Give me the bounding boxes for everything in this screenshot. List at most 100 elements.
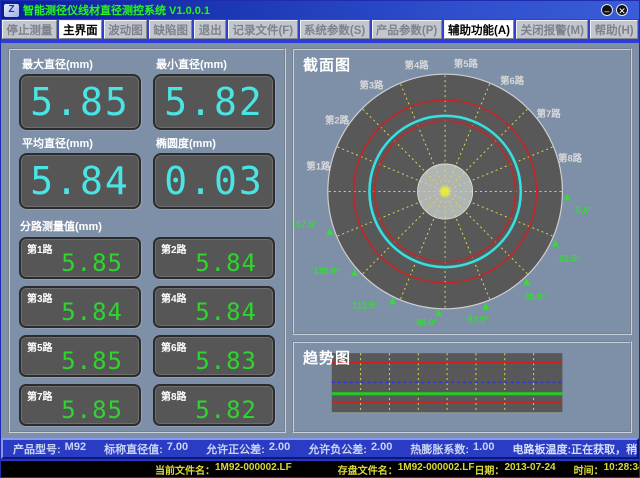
- channel-box-8: 第8路 5.82: [153, 384, 275, 426]
- metric-ovality: 椭圆度(mm) 0.03: [153, 133, 275, 212]
- status-label: 当前文件名：: [155, 462, 215, 477]
- cross-section-title: 截面图: [303, 54, 351, 75]
- channel-label: 第4路: [161, 290, 187, 305]
- metric-label: 最大直径(mm): [22, 56, 141, 72]
- param-value: 7.00: [167, 441, 188, 457]
- metric-value: 0.03: [164, 162, 264, 200]
- channel-value: 5.84: [195, 299, 257, 325]
- svg-text:157.5°: 157.5°: [294, 220, 318, 230]
- menu-item-close-alarm[interactable]: 关闭报警(M): [516, 20, 588, 39]
- metric-value: 5.84: [30, 162, 130, 200]
- channel-box-3: 第3路 5.84: [19, 286, 141, 328]
- minimize-icon[interactable]: –: [601, 4, 613, 16]
- status-value: 10:28:34: [604, 462, 640, 477]
- svg-text:45.0°: 45.0°: [525, 292, 546, 302]
- menu-item-aux-functions[interactable]: 辅助功能(A): [444, 20, 515, 39]
- svg-text:0.0°: 0.0°: [576, 205, 592, 215]
- channel-label: 第1路: [27, 241, 53, 256]
- status-date: 日期： 2013-07-24: [474, 462, 555, 477]
- status-saved-file: 存盘文件名： 1M92-000002.LF: [338, 462, 475, 477]
- param-label: 允许负公差:: [308, 441, 367, 457]
- svg-text:135.0°: 135.0°: [314, 266, 340, 276]
- app-window: Z 智能测径仪线材直径测控系统 V1.0.0.1 – ✕ 停止测量 主界面 波动…: [0, 0, 640, 478]
- menu-item-stop-measure[interactable]: 停止测量: [2, 20, 57, 39]
- menu-item-main-screen[interactable]: 主界面: [59, 20, 102, 39]
- channel-label: 第2路: [161, 241, 187, 256]
- svg-text:第2路: 第2路: [325, 115, 350, 127]
- svg-text:第8路: 第8路: [558, 153, 583, 165]
- svg-text:第4路: 第4路: [405, 59, 430, 71]
- param-value: M92: [65, 441, 86, 457]
- param-lower-tolerance: 允许负公差: 2.00: [308, 441, 392, 457]
- menu-item-record-file[interactable]: 记录文件(F): [228, 20, 297, 39]
- status-time: 时间： 10:28:34: [574, 462, 640, 477]
- status-label: 日期：: [474, 462, 504, 477]
- channel-value: 5.83: [195, 348, 257, 374]
- client-area: 最大直径(mm) 5.85 最小直径(mm) 5.82 平均直径(mm) 5.8…: [1, 43, 639, 438]
- menu-item-help[interactable]: 帮助(H): [590, 20, 638, 39]
- svg-text:第1路: 第1路: [306, 160, 331, 172]
- parameter-bar: 产品型号: M92 标称直径值: 7.00 允许正公差: 2.00 允许负公差:…: [1, 438, 639, 459]
- menubar: 停止测量 主界面 波动图 缺陷图 退出 记录文件(F) 系统参数(S) 产品参数…: [1, 19, 639, 43]
- svg-text:第6路: 第6路: [500, 75, 525, 87]
- window-title: 智能测径仪线材直径测控系统 V1.0.0.1: [23, 2, 597, 18]
- metric-label: 最小直径(mm): [156, 56, 275, 72]
- svg-text:90.0°: 90.0°: [416, 317, 437, 327]
- metric-max-diameter: 最大直径(mm) 5.85: [19, 54, 141, 133]
- cross-section-chart: 0.0°22.5°45.0°67.5°90.0°112.5°135.0°157.…: [294, 50, 630, 333]
- param-label: 产品型号:: [13, 441, 61, 457]
- status-label: 时间：: [574, 462, 604, 477]
- channel-box-4: 第4路 5.84: [153, 286, 275, 328]
- menu-item-fluctuation[interactable]: 波动图: [104, 20, 147, 39]
- status-value: 1M92-000002.LF: [215, 462, 292, 477]
- metric-display: 5.82: [153, 74, 275, 130]
- param-upper-tolerance: 允许正公差: 2.00: [206, 441, 290, 457]
- channel-label: 第6路: [161, 339, 187, 354]
- trend-panel: 趋势图: [292, 341, 632, 433]
- menu-item-defect-chart[interactable]: 缺陷图: [149, 20, 192, 39]
- metric-display: 5.84: [19, 153, 141, 209]
- board-temperature-message: 电路板温度:正在获取，稍等片刻…: [512, 441, 639, 457]
- metric-display: 0.03: [153, 153, 275, 209]
- param-value: 2.00: [269, 441, 290, 457]
- channel-value: 5.82: [195, 397, 257, 423]
- measurements-panel: 最大直径(mm) 5.85 最小直径(mm) 5.82 平均直径(mm) 5.8…: [8, 48, 286, 433]
- channel-value: 5.85: [61, 397, 123, 423]
- menu-item-system-params[interactable]: 系统参数(S): [300, 20, 370, 39]
- metric-label: 椭圆度(mm): [156, 135, 275, 151]
- param-value: 1.00: [473, 441, 494, 457]
- param-label: 允许正公差:: [206, 441, 265, 457]
- metric-display: 5.85: [19, 74, 141, 130]
- param-thermal-coefficient: 热膨胀系数: 1.00: [410, 441, 494, 457]
- channel-value: 5.84: [195, 250, 257, 276]
- titlebar: Z 智能测径仪线材直径测控系统 V1.0.0.1 – ✕: [1, 1, 639, 19]
- svg-text:22.5°: 22.5°: [559, 254, 580, 264]
- channel-value: 5.85: [61, 348, 123, 374]
- metric-min-diameter: 最小直径(mm) 5.82: [153, 54, 275, 133]
- channel-box-2: 第2路 5.84: [153, 237, 275, 279]
- svg-text:第7路: 第7路: [537, 108, 562, 120]
- close-icon[interactable]: ✕: [616, 4, 628, 16]
- channel-label: 第8路: [161, 388, 187, 403]
- menu-item-exit[interactable]: 退出: [194, 20, 226, 39]
- param-nominal-diameter: 标称直径值: 7.00: [104, 441, 188, 457]
- charts-column: 截面图 0.0°22.5°45.0°67.5°90.0°112.5°135.0°…: [292, 48, 632, 433]
- menu-item-product-params[interactable]: 产品参数(P): [372, 20, 442, 39]
- app-icon: Z: [4, 4, 19, 17]
- trend-title: 趋势图: [303, 347, 351, 368]
- svg-text:第3路: 第3路: [359, 79, 384, 91]
- metric-avg-diameter: 平均直径(mm) 5.84: [19, 133, 141, 212]
- channel-value: 5.84: [61, 299, 123, 325]
- window-controls: – ✕: [601, 4, 628, 16]
- svg-text:第5路: 第5路: [454, 58, 479, 70]
- channel-label: 第7路: [27, 388, 53, 403]
- channel-label: 第3路: [27, 290, 53, 305]
- metric-value: 5.85: [30, 83, 130, 121]
- status-current-file: 当前文件名： 1M92-000002.LF: [155, 462, 292, 477]
- channel-section-label: 分路测量值(mm): [20, 218, 275, 234]
- status-value: 2013-07-24: [504, 462, 555, 477]
- channel-box-1: 第1路 5.85: [19, 237, 141, 279]
- metric-value: 5.82: [164, 83, 264, 121]
- param-value: 2.00: [371, 441, 392, 457]
- channel-box-7: 第7路 5.85: [19, 384, 141, 426]
